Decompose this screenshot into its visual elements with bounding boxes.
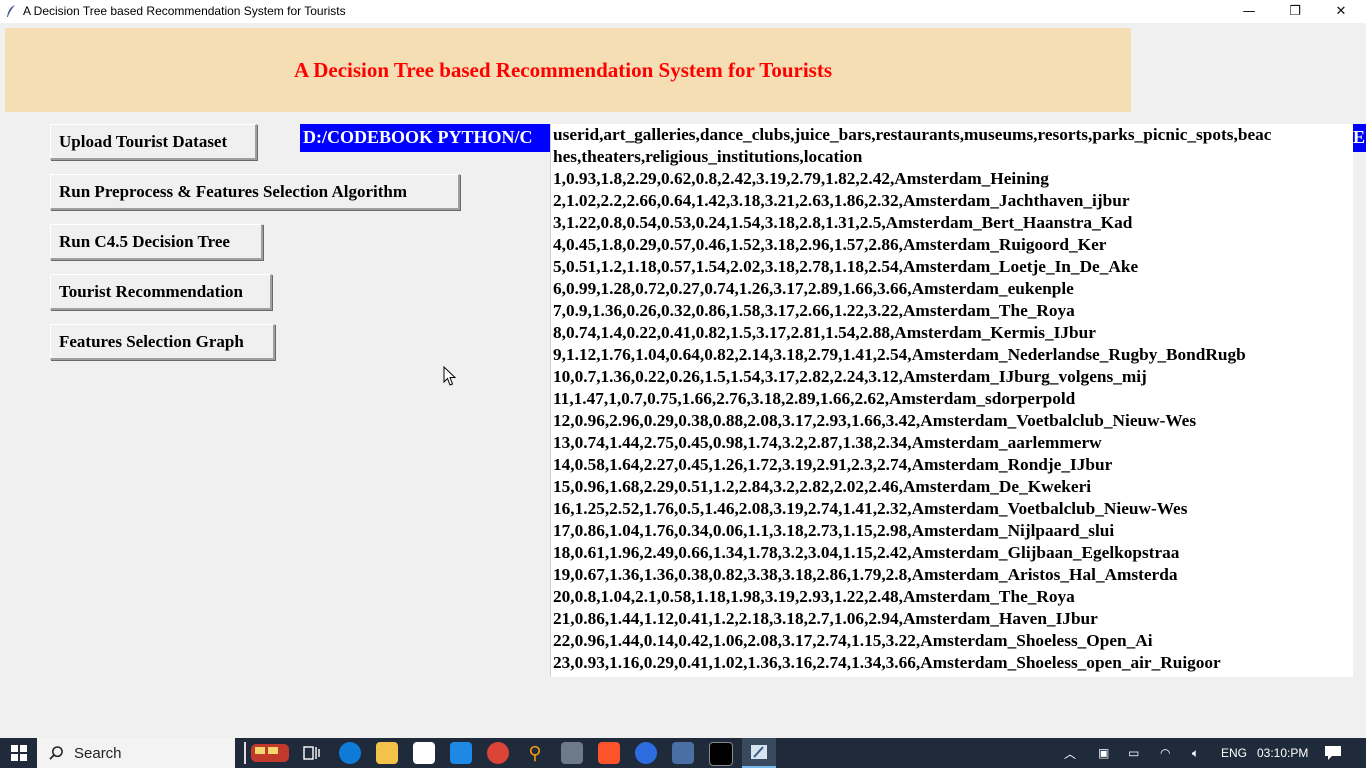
output-line: 1,0.93,1.8,2.29,0.62,0.8,2.42,3.19,2.79,… xyxy=(553,169,1049,188)
store-icon[interactable] xyxy=(413,742,435,764)
header-banner: A Decision Tree based Recommendation Sys… xyxy=(5,28,1131,112)
windows-icon xyxy=(10,745,27,761)
app-icon[interactable] xyxy=(561,742,583,764)
mouse-cursor-icon xyxy=(443,366,457,386)
output-line: hes,theaters,religious_institutions,loca… xyxy=(553,147,863,166)
language-indicator[interactable]: ENG xyxy=(1221,738,1247,768)
output-line: 13,0.74,1.44,2.75,0.45,0.98,1.74,3.2,2.8… xyxy=(553,433,1102,452)
features-graph-button[interactable]: Features Selection Graph xyxy=(50,324,275,360)
output-line: 22,0.96,1.44,0.14,0.42,1.06,2.08,3.17,2.… xyxy=(553,631,1153,650)
output-line: 20,0.8,1.04,2.1,0.58,1.18,1.98,3.19,2.93… xyxy=(553,587,1075,606)
tourist-recommendation-button[interactable]: Tourist Recommendation xyxy=(50,274,272,310)
output-line: 4,0.45,1.8,0.29,0.57,0.46,1.52,3.18,2.96… xyxy=(553,235,1107,254)
start-button[interactable] xyxy=(0,738,37,768)
tray-chevron-icon[interactable]: ︿ xyxy=(1064,738,1076,768)
run-c45-button[interactable]: Run C4.5 Decision Tree xyxy=(50,224,263,260)
file-explorer-icon[interactable] xyxy=(376,742,398,764)
train-icon xyxy=(241,742,291,764)
upload-dataset-button[interactable]: Upload Tourist Dataset xyxy=(50,124,257,160)
output-line: 21,0.86,1.44,1.12,0.41,1.2,2.18,3.18,2.7… xyxy=(553,609,1098,628)
volume-icon[interactable]: 🔈︎ xyxy=(1192,738,1199,768)
python-feather-icon xyxy=(751,745,767,759)
search-placeholder: Search xyxy=(74,744,122,762)
output-line: 2,1.02,2.2,2.66,0.64,1.42,3.18,3.21,2.63… xyxy=(553,191,1130,210)
window-titlebar: A Decision Tree based Recommendation Sys… xyxy=(0,0,1366,23)
output-line: 6,0.99,1.28,0.72,0.27,0.74,1.26,3.17,2.8… xyxy=(553,279,1074,298)
output-line: 11,1.47,1,0.7,0.75,1.66,2.76,3.18,2.89,1… xyxy=(553,389,1076,408)
output-line: userid,art_galleries,dance_clubs,juice_b… xyxy=(553,125,1272,144)
output-line: 14,0.58,1.64,2.27,0.45,1.26,1.72,3.19,2.… xyxy=(553,455,1113,474)
terminal-icon[interactable] xyxy=(709,742,733,766)
dataset-path-label-overflow: E xyxy=(1353,124,1366,152)
output-line: 19,0.67,1.36,1.36,0.38,0.82,3.38,3.18,2.… xyxy=(553,565,1178,584)
output-line: 9,1.12,1.76,1.04,0.64,0.82,2.14,3.18,2.7… xyxy=(553,345,1246,364)
edge-icon[interactable] xyxy=(339,742,361,764)
battery-icon[interactable]: ▭ xyxy=(1128,738,1139,768)
output-line: 5,0.51,1.2,1.18,0.57,1.54,2.02,3.18,2.78… xyxy=(553,257,1139,276)
output-line: 15,0.96,1.68,2.29,0.51,1.2,2.84,3.2,2.82… xyxy=(553,477,1092,496)
output-text-area[interactable]: userid,art_galleries,dance_clubs,juice_b… xyxy=(550,124,1353,677)
notifications-icon[interactable] xyxy=(1324,738,1342,768)
output-line: 8,0.74,1.4,0.22,0.41,0.82,1.5,3.17,2.81,… xyxy=(553,323,1096,342)
minimize-button[interactable]: — xyxy=(1226,0,1272,23)
dataset-path-label: D:/CODEBOOK PYTHON/C xyxy=(300,124,550,152)
search-tool-icon[interactable]: ⚲ xyxy=(524,742,546,764)
output-line: 18,0.61,1.96,2.49,0.66,1.34,1.78,3.2,3.0… xyxy=(553,543,1180,562)
vscode-icon[interactable] xyxy=(450,742,472,764)
close-button[interactable]: ✕ xyxy=(1318,0,1364,23)
taskbar-search[interactable]: Search xyxy=(37,738,235,768)
preprocess-features-button[interactable]: Run Preprocess & Features Selection Algo… xyxy=(50,174,460,210)
app-heading: A Decision Tree based Recommendation Sys… xyxy=(293,57,833,82)
python-app-taskbar-item[interactable] xyxy=(742,738,776,768)
output-line: 16,1.25,2.52,1.76,0.5,1.46,2.08,3.19,2.7… xyxy=(553,499,1188,518)
window-title: A Decision Tree based Recommendation Sys… xyxy=(23,4,346,18)
search-icon xyxy=(49,745,63,760)
brave-icon[interactable] xyxy=(598,742,620,764)
output-line: 7,0.9,1.36,0.26,0.32,0.86,1.58,3.17,2.66… xyxy=(553,301,1075,320)
close-icon: ✕ xyxy=(1335,4,1347,19)
tray-device-icon[interactable]: ▣ xyxy=(1098,738,1109,768)
output-line: 23,0.93,1.16,0.29,0.41,1.02,1.36,3.16,2.… xyxy=(553,653,1221,672)
maximize-icon: ❐ xyxy=(1289,4,1301,19)
task-view-icon[interactable] xyxy=(301,742,323,764)
chrome-icon[interactable] xyxy=(487,742,509,764)
zoom-icon[interactable] xyxy=(635,742,657,764)
output-line: 17,0.86,1.04,1.76,0.34,0.06,1.1,3.18,2.7… xyxy=(553,521,1115,540)
wifi-icon[interactable]: ◠ xyxy=(1160,738,1170,768)
feather-icon xyxy=(7,5,15,17)
taskbar: Search ⚲ ︿ ▣ ▭ ◠ 🔈︎ ENG 03:10:PM xyxy=(0,738,1366,768)
minimize-icon: — xyxy=(1242,4,1256,19)
clock[interactable]: 03:10:PM xyxy=(1257,738,1308,768)
remote-desktop-icon[interactable] xyxy=(672,742,694,764)
output-line: 12,0.96,2.96,0.29,0.38,0.88,2.08,3.17,2.… xyxy=(553,411,1197,430)
output-line: 10,0.7,1.36,0.22,0.26,1.5,1.54,3.17,2.82… xyxy=(553,367,1147,386)
maximize-button[interactable]: ❐ xyxy=(1272,0,1318,23)
output-line: 3,1.22,0.8,0.54,0.53,0.24,1.54,3.18,2.8,… xyxy=(553,213,1133,232)
